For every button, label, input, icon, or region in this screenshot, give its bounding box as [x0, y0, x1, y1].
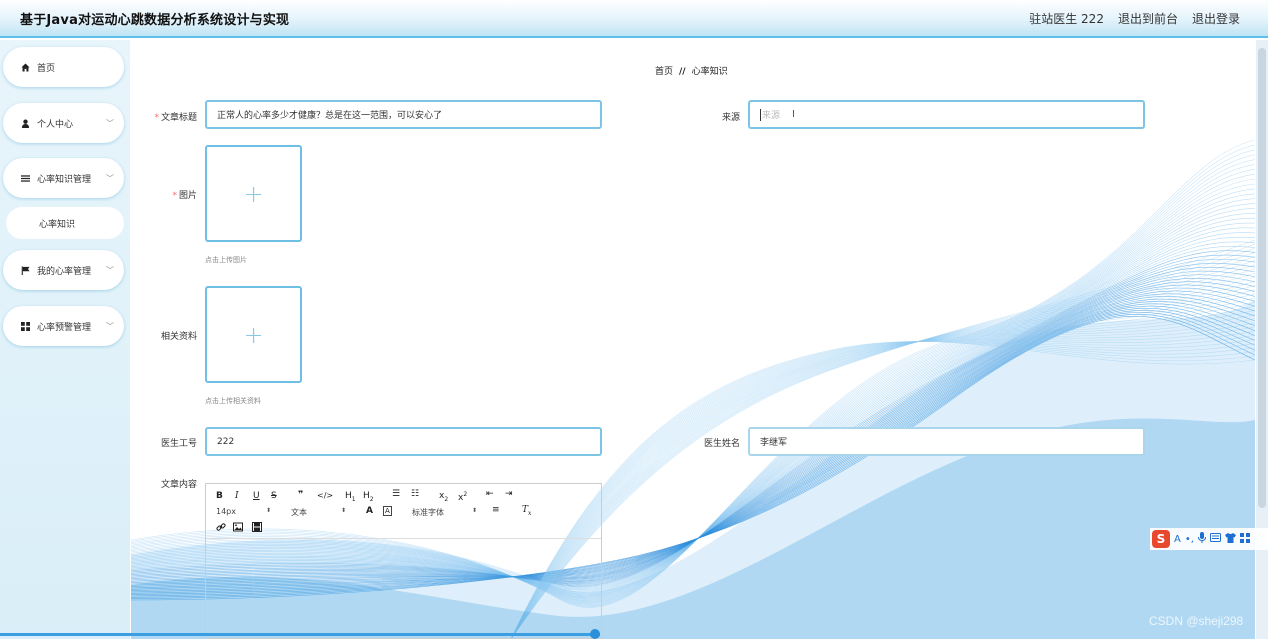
sidebar-item-label: 心率知识管理	[37, 174, 92, 185]
flag-icon	[21, 265, 30, 275]
ime-grid-icon[interactable]	[1239, 532, 1250, 546]
select-arrow-icon: ⬍	[472, 507, 478, 514]
user-label: 驻站医生 222	[1029, 11, 1104, 26]
sidebar-item-label: 我的心率管理	[37, 266, 92, 277]
bullet-list-icon[interactable]: ☷	[411, 489, 419, 499]
content-label: 文章内容	[160, 480, 197, 490]
plus-icon: +	[243, 179, 264, 208]
breadcrumb-home[interactable]: 首页	[655, 67, 673, 77]
attachment-upload-hint: 点击上传相关资料	[205, 397, 261, 405]
ime-punct-icon[interactable]: •,	[1185, 534, 1194, 545]
image-upload-button[interactable]: +	[205, 145, 302, 242]
sidebar-subitem-label: 心率知识	[39, 219, 76, 230]
ime-toolbar: S A •,	[1150, 528, 1268, 550]
bold-button[interactable]: B	[216, 491, 223, 501]
sidebar-item-profile[interactable]: 个人中心 ﹀	[3, 103, 124, 143]
font-size-select[interactable]: 14px ⬍	[216, 507, 274, 516]
paragraph-select[interactable]: 文本 ⬍	[291, 507, 349, 518]
background-color-icon[interactable]: A	[383, 506, 392, 516]
microphone-icon[interactable]	[1197, 532, 1206, 546]
sidebar: 首页 个人中心 ﹀ 心率知识管理 ﹀ 心率知识 我的心率管理 ﹀ 心率预警管理 …	[0, 40, 130, 639]
subscript-button[interactable]: x2	[439, 491, 448, 503]
bottom-progress-bar	[0, 633, 600, 636]
sidebar-item-home[interactable]: 首页	[3, 47, 124, 87]
video-icon[interactable]	[252, 522, 262, 535]
watermark: CSDN @sheji298	[1149, 614, 1244, 628]
header-actions: 驻站医生 222 退出到前台 退出登录	[1029, 10, 1240, 27]
title-input[interactable]: 正常人的心率多少才健康？总是在这一范围，可以安心了	[205, 100, 602, 129]
font-family-select[interactable]: 标准字体 ⬍	[412, 507, 478, 518]
back-to-front-link[interactable]: 退出到前台	[1118, 10, 1178, 27]
home-icon	[21, 62, 30, 72]
sidebar-item-label: 首页	[37, 63, 56, 74]
ime-lang-icon[interactable]: A	[1174, 534, 1181, 545]
editor-toolbar: B I U S ❞ </> H1 H2 ☰ ☷ x2 x2 ⇤ ⇥ 14px ⬍ …	[206, 484, 601, 539]
italic-button[interactable]: I	[235, 491, 239, 501]
top-header: 基于Java对运动心跳数据分析系统设计与实现 驻站医生 222 退出到前台 退出…	[0, 0, 1268, 38]
text-caret	[760, 108, 761, 121]
sidebar-item-label: 个人中心	[37, 119, 74, 130]
sidebar-item-warning-manage[interactable]: 心率预警管理 ﹀	[3, 306, 124, 346]
source-input[interactable]: 来源 I	[748, 100, 1145, 129]
chevron-down-icon: ﹀	[106, 266, 114, 275]
app-title: 基于Java对运动心跳数据分析系统设计与实现	[20, 12, 290, 28]
chevron-down-icon: ﹀	[106, 322, 114, 331]
list-icon	[21, 174, 30, 183]
select-arrow-icon: ⬍	[341, 507, 347, 514]
rich-text-editor[interactable]: B I U S ❞ </> H1 H2 ☰ ☷ x2 x2 ⇤ ⇥ 14px ⬍ …	[205, 483, 602, 639]
breadcrumb-current: 心率知识	[691, 67, 728, 77]
bottom-scroll-knob[interactable]	[590, 629, 600, 639]
code-icon[interactable]: </>	[317, 491, 333, 500]
indent-icon[interactable]: ⇥	[505, 489, 513, 499]
superscript-button[interactable]: x2	[458, 491, 467, 503]
h2-button[interactable]: H2	[363, 491, 374, 503]
scrollbar-thumb[interactable]	[1258, 48, 1266, 508]
sogou-logo-icon[interactable]: S	[1152, 530, 1170, 548]
user-icon	[21, 119, 30, 128]
select-arrow-icon: ⬍	[266, 507, 272, 514]
main-content: 首页 // 心率知识 * 文章标题 正常人的心率多少才健康？总是在这一范围，可以安心了…	[131, 40, 1255, 639]
outdent-icon[interactable]: ⇤	[486, 489, 494, 499]
align-icon[interactable]: ≡	[492, 505, 500, 515]
title-label: * 文章标题	[154, 113, 197, 123]
plus-icon: +	[243, 320, 264, 349]
image-icon[interactable]	[233, 522, 243, 535]
ibeam-cursor-icon: I	[792, 109, 795, 120]
image-label: * 图片	[172, 191, 197, 201]
logout-link[interactable]: 退出登录	[1192, 10, 1240, 27]
sidebar-item-my-heart-rate[interactable]: 我的心率管理 ﹀	[3, 250, 124, 290]
breadcrumb-separator: //	[679, 67, 686, 77]
skin-shirt-icon[interactable]	[1224, 532, 1236, 546]
blockquote-icon[interactable]: ❞	[298, 490, 303, 500]
breadcrumb: 首页 // 心率知识	[655, 64, 728, 77]
doctor-id-input[interactable]: 222	[205, 427, 602, 456]
sidebar-subitem-knowledge[interactable]: 心率知识	[6, 207, 124, 239]
sidebar-item-label: 心率预警管理	[37, 322, 92, 333]
source-label: 来源	[721, 113, 740, 123]
font-color-icon[interactable]: A	[366, 506, 373, 516]
image-upload-hint: 点击上传图片	[205, 256, 247, 264]
chevron-down-icon: ﹀	[106, 174, 114, 183]
doctor-id-label: 医生工号	[160, 439, 197, 449]
grid-icon	[21, 321, 30, 331]
doctor-name-label: 医生姓名	[703, 439, 740, 449]
link-icon[interactable]	[216, 522, 226, 535]
strike-button[interactable]: S	[271, 491, 277, 501]
sidebar-item-knowledge-manage[interactable]: 心率知识管理 ﹀	[3, 158, 124, 198]
chevron-down-icon: ﹀	[106, 119, 114, 128]
ordered-list-icon[interactable]: ☰	[392, 489, 400, 499]
attachment-label: 相关资料	[160, 332, 197, 342]
h1-button[interactable]: H1	[345, 491, 356, 503]
attachment-upload-button[interactable]: +	[205, 286, 302, 383]
doctor-name-input[interactable]: 李继军	[748, 427, 1145, 456]
clean-format-icon[interactable]: Tx	[522, 505, 531, 517]
underline-button[interactable]: U	[253, 491, 260, 501]
keyboard-icon[interactable]	[1209, 533, 1221, 545]
